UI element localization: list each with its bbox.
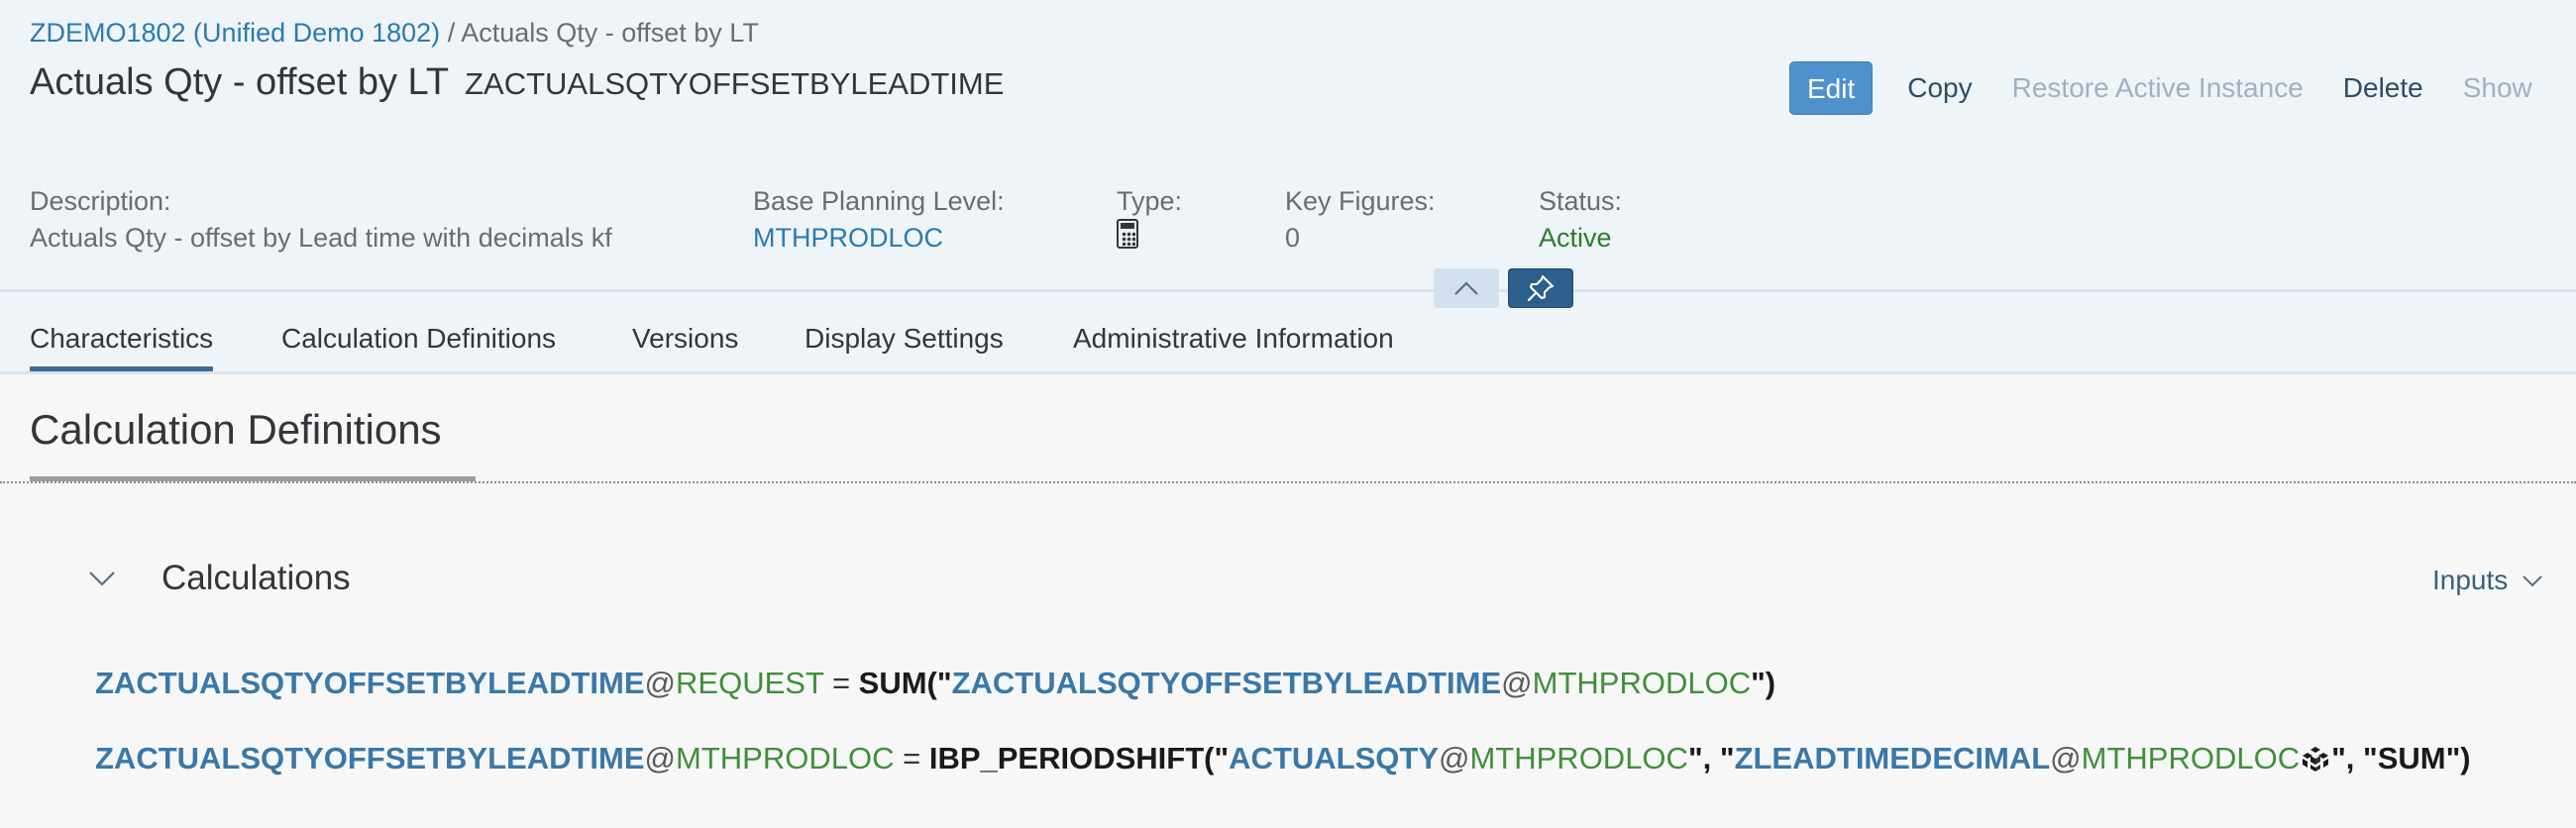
delete-button[interactable]: Delete [2323,61,2443,115]
tab-bar: Characteristics Calculation Definitions … [0,317,2576,374]
attr-description: Description: Actuals Qty - offset by Lea… [30,186,612,254]
description-value: Actuals Qty - offset by Lead time with d… [30,223,612,253]
breadcrumb-separator: / [440,18,462,48]
key-figures-label: Key Figures: [1285,186,1436,216]
formula-arg2-kf: ZLEADTIMEDECIMAL [1734,741,2051,776]
chevron-down-icon[interactable] [87,567,117,590]
at-sign: @ [1501,666,1533,700]
collapse-header-button[interactable] [1434,268,1499,308]
tab-calculation-definitions[interactable]: Calculation Definitions [281,323,556,355]
at-sign: @ [644,666,677,700]
key-figures-value: 0 [1285,223,1301,253]
tab-administrative-information[interactable]: Administrative Information [1073,323,1394,355]
status-label: Status: [1539,186,1623,216]
calculator-icon [1117,219,1138,249]
object-header: ZDEMO1802 (Unified Demo 1802) / Actuals … [0,0,2576,374]
attr-base-planning-level: Base Planning Level: MTHPRODLOC [753,186,1005,254]
formula-close: ") [1751,666,1776,700]
formula-arg1-kf: ACTUALSQTY [1229,741,1439,776]
attr-status: Status: Active [1539,186,1622,254]
formula-target-kf: ZACTUALSQTYOFFSETBYLEADTIME [95,741,645,776]
at-sign: @ [644,741,677,776]
title-row: Actuals Qty - offset by LT ZACTUALSQTYOF… [30,61,1004,104]
breadcrumb-root-link[interactable]: ZDEMO1802 (Unified Demo 1802) [30,18,440,48]
formula-target-level: REQUEST [676,666,824,700]
attr-type: Type: [1117,186,1182,254]
status-badge: Active [1539,223,1612,253]
calculations-panel-title: Calculations [161,559,351,597]
page-title: Actuals Qty - offset by LT [30,61,450,103]
section-title: Calculation Definitions [30,406,442,453]
show-button[interactable]: Show [2443,61,2552,115]
pin-header-button[interactable] [1508,268,1573,308]
base-planning-level-link[interactable]: MTHPRODLOC [753,223,1005,254]
calculations-panel-header: Calculations Inputs [0,555,2576,604]
formula-tail: ", "SUM") [2331,741,2471,776]
formula-arg2-level: MTHPRODLOC [2081,741,2301,776]
formula-equals: = [894,741,929,776]
formula-line-2[interactable]: ZACTUALSQTYOFFSETBYLEADTIME@MTHPRODLOC =… [95,741,2471,776]
at-sign: @ [2050,741,2082,776]
formula-target-level: MTHPRODLOC [676,741,895,776]
formula-equals: = [823,666,859,700]
header-actions: Edit Copy Restore Active Instance Delete… [1789,61,2552,115]
breadcrumb: ZDEMO1802 (Unified Demo 1802) / Actuals … [30,18,759,49]
formula-target-kf: ZACTUALSQTYOFFSETBYLEADTIME [95,666,645,700]
pin-icon [1527,275,1554,302]
formula-function: IBP_PERIODSHIFT(" [928,741,1230,776]
formula-arg1-kf: ZACTUALSQTYOFFSETBYLEADTIME [951,666,1502,700]
formula-line-1[interactable]: ZACTUALSQTYOFFSETBYLEADTIME@REQUEST = SU… [95,666,1775,701]
tab-characteristics[interactable]: Characteristics [30,323,214,371]
attr-key-figures: Key Figures: 0 [1285,186,1436,254]
object-code: ZACTUALSQTYOFFSETBYLEADTIME [465,66,1005,101]
chevron-up-icon [1454,281,1478,295]
formula-separator: ", " [1687,741,1735,776]
formula-arg1-level: MTHPRODLOC [1532,666,1752,700]
base-planning-level-label: Base Planning Level: [753,186,1005,216]
section-divider [0,481,2576,483]
chevron-down-icon [2522,575,2542,587]
cube-icon[interactable] [2302,745,2329,773]
inputs-label: Inputs [2432,565,2509,595]
tab-versions[interactable]: Versions [632,323,738,355]
edit-button[interactable]: Edit [1789,61,1874,115]
inputs-dropdown[interactable]: Inputs [2432,565,2543,596]
type-label: Type: [1117,186,1183,216]
description-label: Description: [30,186,171,216]
header-divider [0,289,2576,292]
at-sign: @ [1439,741,1470,776]
copy-button[interactable]: Copy [1887,61,1991,115]
formula-arg1-level: MTHPRODLOC [1469,741,1688,776]
tab-display-settings[interactable]: Display Settings [805,323,1004,355]
formula-function: SUM(" [858,666,952,700]
restore-active-instance-button[interactable]: Restore Active Instance [1992,61,2323,115]
breadcrumb-current: Actuals Qty - offset by LT [461,18,759,48]
